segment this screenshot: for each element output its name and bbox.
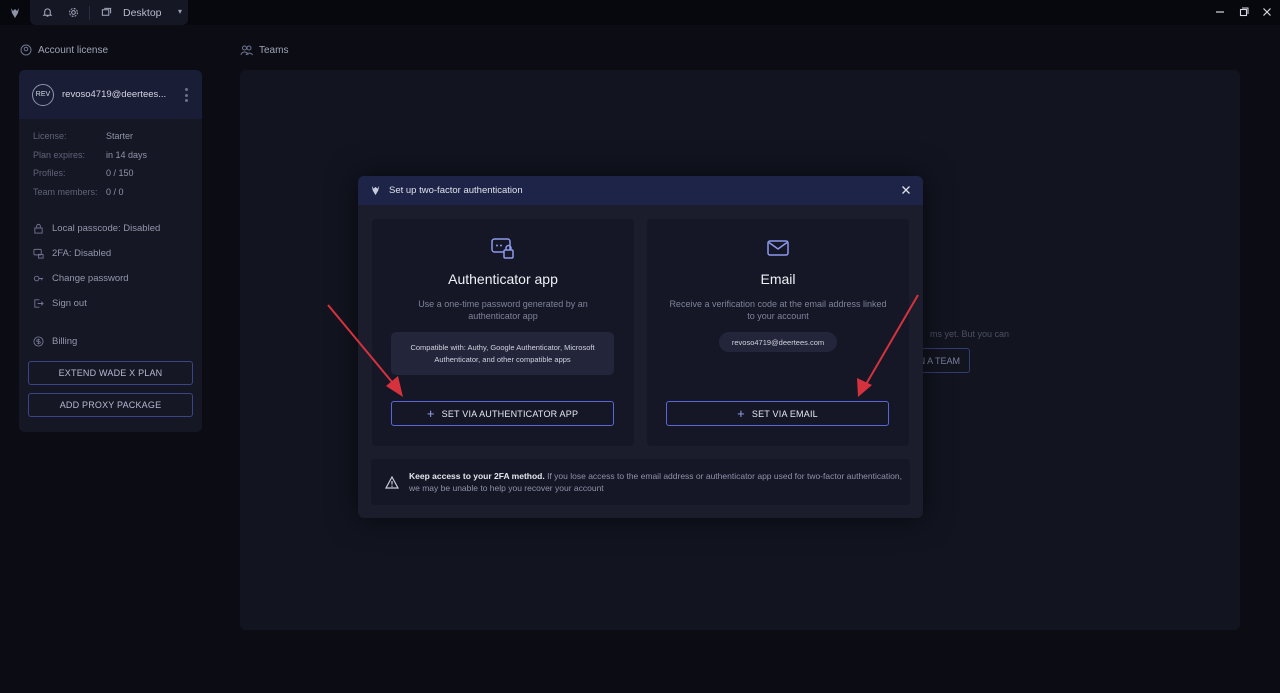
app-logo-icon — [6, 4, 24, 22]
account-menu-icon[interactable] — [185, 88, 188, 102]
set-via-authenticator-button[interactable]: + SET VIA AUTHENTICATOR APP — [391, 401, 614, 426]
warning-box: Keep access to your 2FA method. If you l… — [371, 459, 910, 505]
license-label: License: — [33, 131, 67, 141]
license-value: Starter — [106, 131, 134, 141]
warning-icon — [385, 475, 399, 489]
sign-out-link[interactable]: Sign out — [33, 298, 87, 309]
change-password-link[interactable]: Change password — [33, 273, 129, 284]
workspace-label[interactable]: Desktop — [123, 7, 162, 19]
billing-link[interactable]: Billing — [33, 336, 77, 347]
account-license-icon — [20, 44, 32, 56]
bell-icon[interactable] — [36, 2, 58, 24]
lock-icon — [34, 223, 43, 234]
authenticator-option-card: Authenticator app Use a one-time passwor… — [372, 219, 634, 446]
teams-empty-text: ms yet. But you can — [930, 329, 1010, 339]
profiles-value: 0 / 150 — [106, 168, 134, 178]
billing-icon — [33, 336, 44, 347]
extend-plan-button[interactable]: EXTEND WADE X PLAN — [28, 361, 193, 385]
title-bar: Desktop ▾ — [0, 0, 1280, 25]
email-option-card: Email Receive a verification code at the… — [647, 219, 909, 446]
avatar: REV — [32, 83, 54, 106]
local-passcode-link[interactable]: Local passcode: Disabled — [33, 223, 160, 234]
dialog-header: Set up two-factor authentication — [358, 176, 923, 205]
account-email: revoso4719@deertees... — [62, 89, 167, 100]
email-description: Receive a verification code at the email… — [669, 299, 887, 321]
plus-icon: + — [426, 405, 435, 421]
twofa-link[interactable]: 2FA: Disabled — [33, 248, 111, 259]
plan-expires-label: Plan expires: — [33, 150, 86, 160]
set-via-email-label: SET VIA EMAIL — [751, 408, 818, 419]
app-logo-icon — [371, 185, 380, 196]
warning-title: Keep access to your 2FA method. — [409, 471, 545, 481]
team-members-label: Team members: — [33, 187, 98, 197]
workspace-tabs: Desktop ▾ — [30, 0, 188, 25]
warning-text: Keep access to your 2FA method. If you l… — [409, 470, 904, 494]
account-email-pill: revoso4719@deertees.com — [719, 332, 837, 352]
teams-heading: Teams — [240, 44, 288, 56]
dialog-title: Set up two-factor authentication — [389, 185, 523, 196]
local-passcode-label: Local passcode: Disabled — [52, 223, 161, 234]
email-title: Email — [760, 271, 796, 287]
gear-icon[interactable] — [62, 2, 84, 24]
set-via-email-button[interactable]: + SET VIA EMAIL — [666, 401, 889, 426]
twofa-icon — [33, 248, 44, 259]
sign-out-label: Sign out — [52, 298, 87, 309]
authenticator-title: Authenticator app — [448, 271, 558, 287]
billing-label: Billing — [52, 336, 78, 347]
team-members-value: 0 / 0 — [106, 187, 124, 197]
compatible-apps-note: Compatible with: Authy, Google Authentic… — [391, 332, 614, 375]
tab-divider — [89, 5, 90, 20]
teams-title: Teams — [259, 44, 289, 56]
authenticator-description: Use a one-time password generated by an … — [418, 299, 588, 321]
desktop-icon[interactable] — [95, 2, 117, 24]
plan-expires-value: in 14 days — [106, 150, 148, 160]
twofa-label: 2FA: Disabled — [52, 248, 112, 259]
close-icon[interactable] — [900, 184, 912, 196]
sign-out-icon — [34, 299, 44, 308]
account-license-heading: Account license — [20, 44, 108, 56]
authenticator-app-icon — [372, 237, 634, 261]
set-via-authenticator-label: SET VIA AUTHENTICATOR APP — [441, 408, 579, 419]
add-proxy-package-button[interactable]: ADD PROXY PACKAGE — [28, 393, 193, 417]
account-panel: REV revoso4719@deertees... License: Star… — [19, 70, 202, 432]
key-icon — [33, 275, 44, 282]
teams-icon — [240, 45, 253, 56]
close-window-button[interactable] — [1258, 4, 1276, 20]
minimize-button[interactable] — [1211, 4, 1229, 20]
workspace-dropdown-icon[interactable]: ▾ — [178, 7, 182, 16]
change-password-label: Change password — [52, 273, 129, 284]
envelope-icon — [647, 237, 909, 259]
profiles-label: Profiles: — [33, 168, 66, 178]
plus-icon: + — [737, 405, 745, 421]
twofa-dialog: Set up two-factor authentication Authent… — [358, 176, 923, 518]
account-row[interactable]: REV revoso4719@deertees... — [19, 70, 202, 119]
maximize-button[interactable] — [1235, 4, 1253, 20]
account-license-title: Account license — [38, 44, 109, 56]
